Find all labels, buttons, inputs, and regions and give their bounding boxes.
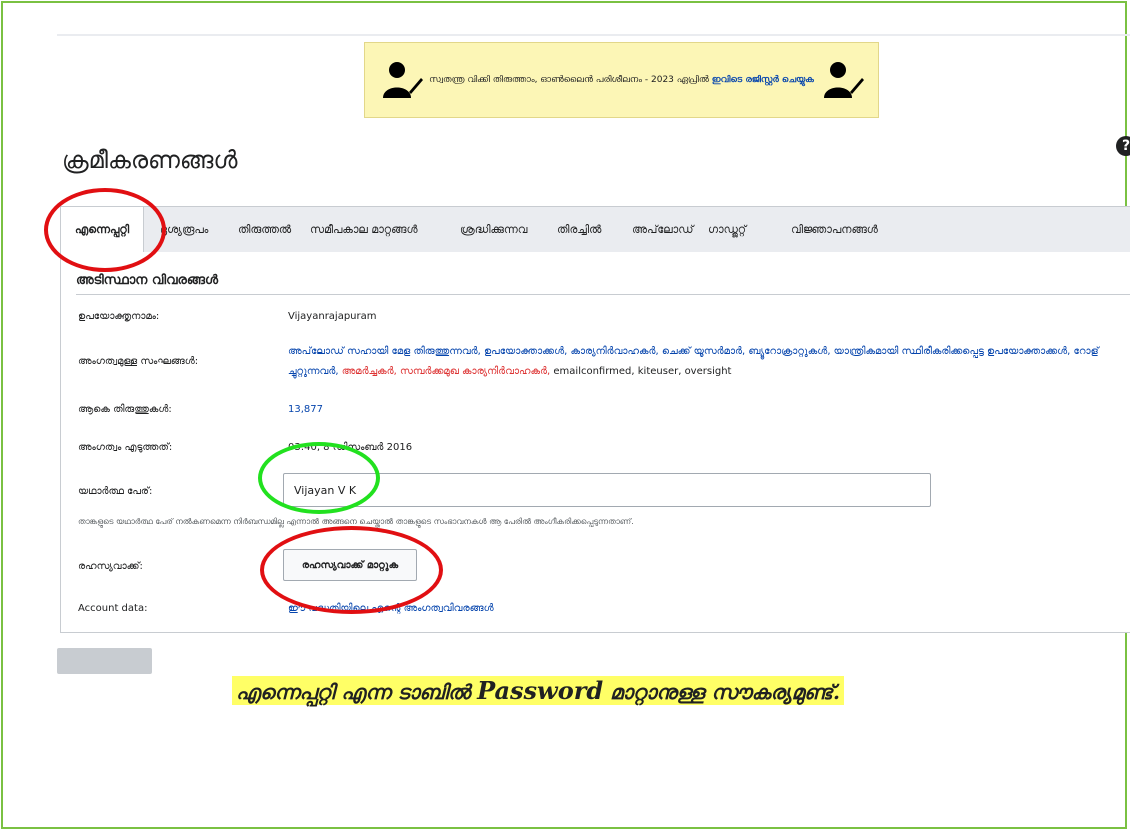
groups-links[interactable]: അപ്‌ലോഡ് സഹായി മേള തിരുത്തുന്നവർ, ഉപയോക്… [288,346,1099,357]
preferences-tabbar: എന്നെപ്പറ്റി ദൃശ്യരൂപം തിരുത്തൽ സമീപകാല … [60,206,1130,254]
preferences-panel [60,252,1130,633]
groups-links-red[interactable]: അമർച്ചകർ, സമ്പർക്കമുഖ കാര്യനിർവാഹകർ, [342,366,551,377]
tab-upload[interactable]: അപ്‌ലോഡ് [632,207,693,253]
realname-input[interactable] [283,473,931,507]
caption-part-2: Password [477,676,604,705]
top-divider [57,34,1130,36]
tab-notifications[interactable]: വിജ്ഞാപനങ്ങൾ [791,207,878,253]
annotation-caption: എന്നെപ്പറ്റി എന്ന ടാബിൽ Password മാറ്റാന… [232,676,844,705]
realname-help: താങ്കളുടെ യഥാർത്ഥ പേര് നൽകണമെന്ന നിർബന്ധ… [78,517,634,526]
section-heading: അടിസ്ഥാന വിവരങ്ങൾ [76,273,219,288]
tab-user-profile[interactable]: എന്നെപ്പറ്റി [60,206,145,254]
section-divider [76,294,1130,295]
registration-label: അംഗത്വം എടുത്തത്: [78,442,173,453]
user-edit-icon [823,62,864,98]
username-label: ഉപയോക്തൃനാമം: [78,311,160,322]
account-data-label: Account data: [78,603,148,614]
edit-count-value: 13,877 [288,404,323,415]
page-title: ക്രമീകരണങ്ങൾ [62,146,238,174]
user-edit-icon [383,62,424,98]
tab-recent-changes[interactable]: സമീപകാല മാറ്റങ്ങൾ [310,207,418,253]
account-data-link[interactable]: ഈ പദ്ധതിയിലെ എന്റെ അംഗത്വവിവരങ്ങൾ [288,603,494,614]
caption-part-3: മാറ്റാനുള്ള സൗകര്യമുണ്ട്. [610,680,840,704]
registration-value: 03:40, 8 ഡിസംബർ 2016 [288,442,413,453]
tab-watchlist[interactable]: ശ്രദ്ധിക്കുന്നവ [460,207,527,253]
change-password-button[interactable]: രഹസ്യവാക്ക് മാറ്റുക [283,549,417,581]
realname-label: യഥാർത്ഥ പേര്: [78,486,153,497]
username-value: Vijayanrajapuram [288,311,377,322]
password-label: രഹസ്യവാക്ക്: [78,561,143,572]
groups-plain: emailconfirmed, kiteuser, oversight [553,366,732,377]
edit-count-label: ആകെ തിരുത്തുകൾ: [78,404,172,415]
banner-text: സ്വതന്ത്ര വിക്കി തിരുത്താം, ഓൺലൈൻ പരിശീല… [429,75,814,85]
account-data-value: ഈ പദ്ധതിയിലെ എന്റെ അംഗത്വവിവരങ്ങൾ [288,603,494,614]
save-button-partial[interactable] [57,648,152,674]
caption-part-1: എന്നെപ്പറ്റി എന്ന ടാബിൽ [236,680,471,704]
banner-register-link[interactable]: ഇവിടെ രജിസ്റ്റർ ചെയ്യുക [712,75,814,85]
groups-value: അപ്‌ലോഡ് സഹായി മേള തിരുത്തുന്നവർ, ഉപയോക്… [288,342,1128,382]
tab-search[interactable]: തിരച്ചിൽ [557,207,601,253]
groups-label: അംഗത്വമുള്ള സംഘങ്ങൾ: [78,356,199,367]
tab-editing[interactable]: തിരുത്തൽ [238,207,291,253]
groups-links-2[interactable]: ച്ചുറ്റുന്നവർ, [288,366,339,377]
edit-count-link[interactable]: 13,877 [288,404,323,415]
registration-banner: സ്വതന്ത്ര വിക്കി തിരുത്താം, ഓൺലൈൻ പരിശീല… [364,42,879,118]
tab-appearance[interactable]: ദൃശ്യരൂപം [160,207,208,253]
tab-gadgets[interactable]: ഗാഡ്ജറ്റ് [708,207,746,253]
help-icon[interactable]: ? [1116,136,1130,156]
